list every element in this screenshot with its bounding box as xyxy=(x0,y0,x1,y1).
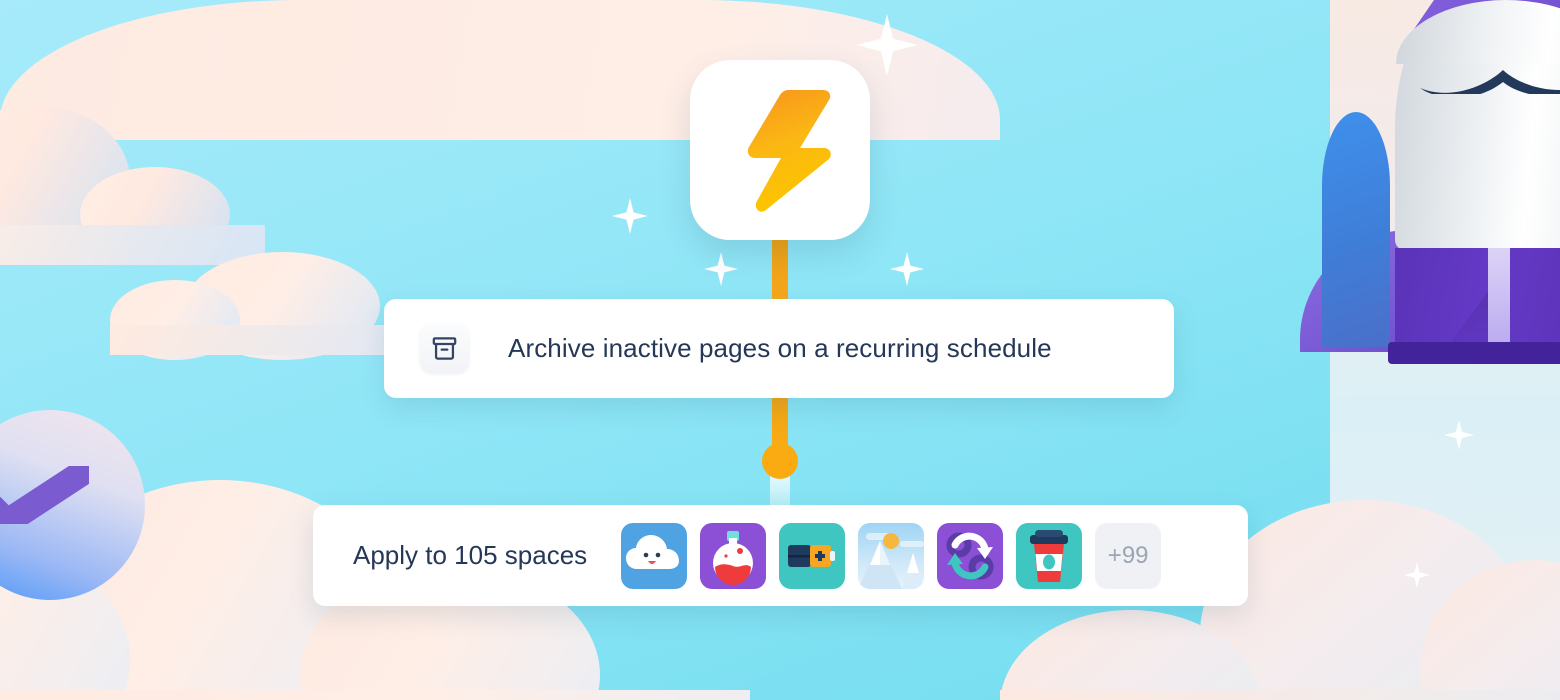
check-mark-icon xyxy=(0,466,89,524)
rule-card-text: Archive inactive pages on a recurring sc… xyxy=(508,333,1052,363)
trigger-bolt-card[interactable] xyxy=(690,60,870,240)
refresh-arrows-icon xyxy=(946,532,994,579)
battery-avatar[interactable] xyxy=(779,522,846,589)
sync-avatar[interactable] xyxy=(937,522,1004,589)
sparkle-icon xyxy=(612,198,648,234)
promo-illustration-stage: Archive inactive pages on a recurring sc… xyxy=(0,0,1560,700)
rocket-illustration xyxy=(1300,0,1560,370)
connector-end-dot xyxy=(762,443,798,479)
coffee-avatar[interactable] xyxy=(1016,522,1083,589)
potion-avatar[interactable] xyxy=(700,522,767,589)
rule-card[interactable]: Archive inactive pages on a recurring sc… xyxy=(384,299,1174,398)
connector-upper-segment xyxy=(772,230,788,302)
potion-flask-icon xyxy=(713,530,754,585)
mountains-avatar[interactable] xyxy=(858,522,925,589)
spaces-card[interactable]: Apply to 105 spaces +99 xyxy=(313,505,1248,606)
archive-box-icon xyxy=(420,324,469,373)
spaces-card-label: Apply to 105 spaces xyxy=(353,540,588,570)
smiling-cloud-icon xyxy=(626,534,680,569)
cloud-top-left xyxy=(0,105,270,265)
cloud-face-avatar[interactable] xyxy=(621,522,688,589)
snow-mountains-icon xyxy=(858,532,925,589)
more-spaces-badge[interactable]: +99 xyxy=(1095,522,1162,589)
rocket-window-icon xyxy=(1420,70,1560,94)
coffee-cup-icon xyxy=(1030,529,1069,582)
sparkle-icon xyxy=(704,252,738,286)
space-avatar-list: +99 xyxy=(621,522,1162,589)
battery-plus-icon xyxy=(788,544,836,567)
sparkle-icon xyxy=(890,252,924,286)
lightning-bolt-icon xyxy=(747,90,831,212)
